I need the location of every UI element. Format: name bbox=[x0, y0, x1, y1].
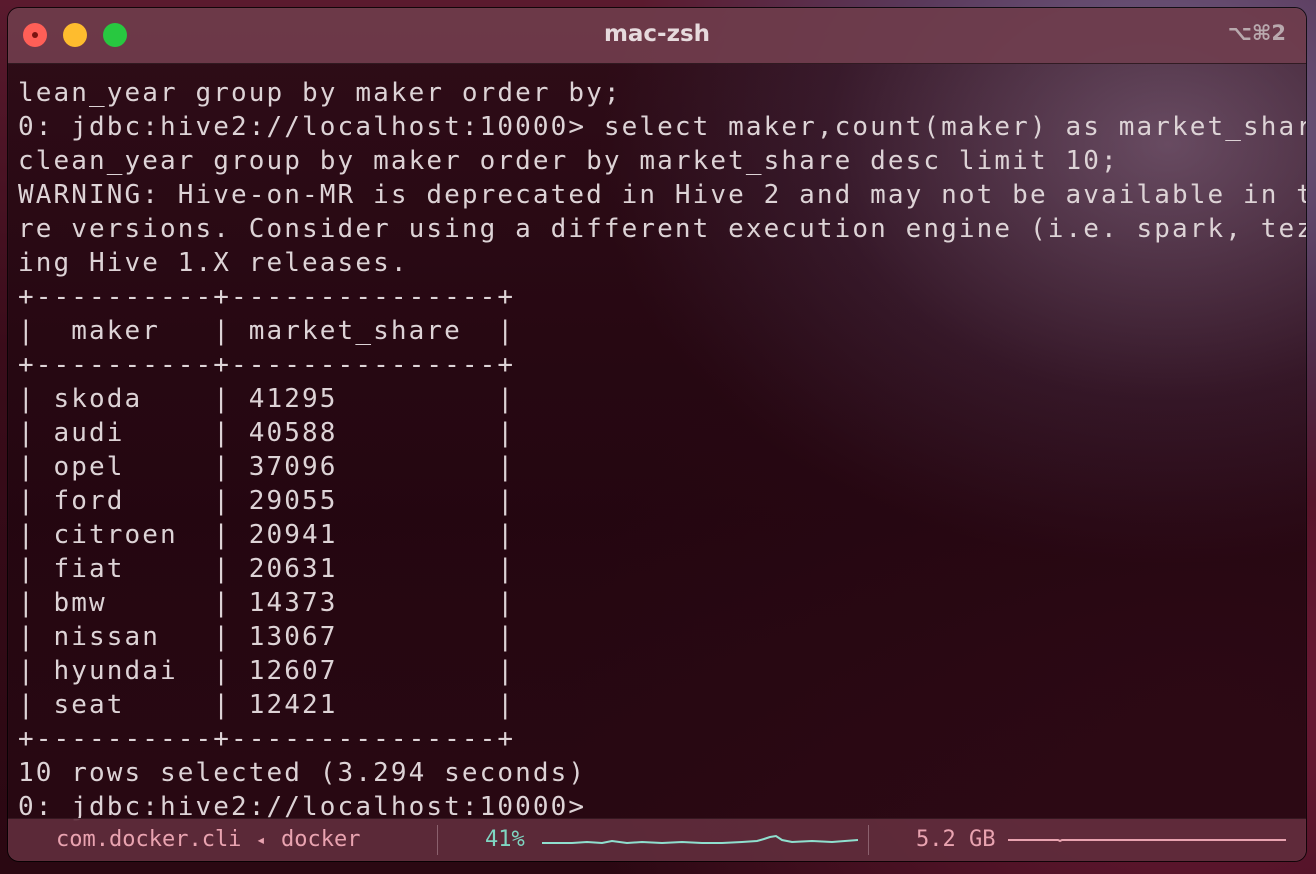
table-row: | citroen | 20941 | bbox=[18, 520, 516, 550]
terminal-line: WARNING: Hive-on-MR is deprecated in Hiv… bbox=[18, 180, 1307, 210]
title-bar: mac-zsh ⌥⌘2 bbox=[8, 8, 1306, 64]
terminal-window: mac-zsh ⌥⌘2 lean_year group by maker ord… bbox=[7, 7, 1307, 862]
table-row: | seat | 12421 | bbox=[18, 690, 516, 720]
status-bar: com.docker.cli ◂ docker 41% 5.2 GB bbox=[8, 818, 1306, 861]
table-row: | opel | 37096 | bbox=[18, 452, 516, 482]
memory-usage-graph bbox=[1008, 839, 1286, 843]
table-row: | hyundai | 12607 | bbox=[18, 656, 516, 686]
table-row: | skoda | 41295 | bbox=[18, 384, 516, 414]
window-title: mac-zsh bbox=[603, 21, 711, 47]
cpu-usage-graph bbox=[542, 834, 858, 845]
arrow-left-icon: ◂ bbox=[256, 830, 266, 849]
terminal-line: re versions. Consider using a different … bbox=[18, 214, 1307, 244]
table-border-top: +----------+---------------+ bbox=[18, 282, 516, 312]
tab-shortcut: ⌥⌘2 bbox=[1227, 21, 1286, 45]
job-name: docker bbox=[281, 827, 361, 852]
table-row: | bmw | 14373 | bbox=[18, 588, 516, 618]
cpu-usage: 41% bbox=[485, 827, 525, 852]
table-row: | ford | 29055 | bbox=[18, 486, 516, 516]
terminal-line: lean_year group by maker order by; bbox=[18, 78, 622, 108]
table-header-row: | maker | market_share | bbox=[18, 316, 516, 346]
terminal-line: ing Hive 1.X releases. bbox=[18, 248, 409, 278]
table-row: | audi | 40588 | bbox=[18, 418, 516, 448]
status-divider bbox=[868, 825, 869, 855]
terminal-line: 0: jdbc:hive2://localhost:10000> select … bbox=[18, 112, 1307, 142]
table-row: | fiat | 20631 | bbox=[18, 554, 516, 584]
memory-usage: 5.2 GB bbox=[916, 827, 996, 852]
status-divider bbox=[437, 825, 438, 855]
process-name: com.docker.cli bbox=[56, 827, 242, 852]
table-border-bottom: +----------+---------------+ bbox=[18, 724, 516, 754]
table-header-border: +----------+---------------+ bbox=[18, 350, 516, 380]
terminal-line: clean_year group by maker order by marke… bbox=[18, 146, 1119, 176]
terminal-output[interactable]: lean_year group by maker order by; 0: jd… bbox=[8, 64, 1307, 822]
desktop-background: mac-zsh ⌥⌘2 lean_year group by maker ord… bbox=[0, 0, 1316, 874]
query-result-summary: 10 rows selected (3.294 seconds) bbox=[18, 758, 587, 788]
table-row: | nissan | 13067 | bbox=[18, 622, 516, 652]
